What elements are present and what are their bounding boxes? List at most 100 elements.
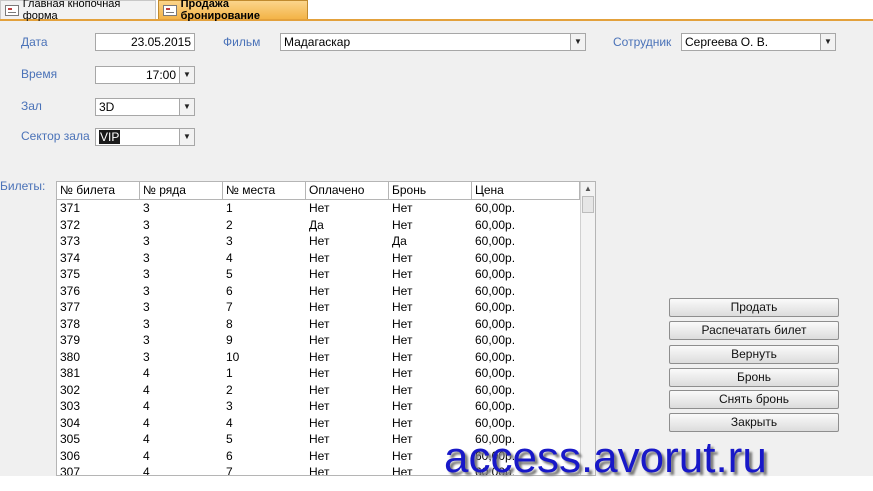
date-field[interactable]: 23.05.2015 [95,33,195,51]
table-row[interactable]: 375 3 5 Нет Нет 60,00р. [57,266,595,283]
table-cell[interactable]: 381 [57,365,140,382]
table-cell[interactable]: 60,00р. [472,299,580,316]
table-cell[interactable]: 1 [223,365,306,382]
table-cell[interactable]: 60,00р. [472,233,580,250]
table-cell[interactable]: 60,00р. [472,316,580,333]
table-cell[interactable]: 60,00р. [472,283,580,300]
table-cell[interactable]: 60,00р. [472,332,580,349]
table-cell[interactable]: 379 [57,332,140,349]
unbook-button[interactable]: Снять бронь [669,390,839,409]
table-cell[interactable]: 3 [140,250,223,267]
table-cell[interactable]: Нет [389,398,472,415]
table-cell[interactable]: 303 [57,398,140,415]
table-cell[interactable]: Нет [389,250,472,267]
table-cell[interactable]: Нет [306,349,389,366]
table-cell[interactable]: 5 [223,431,306,448]
table-cell[interactable]: 375 [57,266,140,283]
table-cell[interactable]: Нет [306,332,389,349]
table-cell[interactable]: 7 [223,464,306,475]
sector-combo[interactable]: VIP ▼ [95,128,195,146]
table-cell[interactable]: Нет [389,415,472,432]
sell-button[interactable]: Продать [669,298,839,317]
table-cell[interactable]: 3 [140,332,223,349]
chevron-down-icon[interactable]: ▼ [179,129,194,145]
table-cell[interactable]: 3 [140,233,223,250]
table-cell[interactable]: 380 [57,349,140,366]
table-cell[interactable]: 60,00р. [472,250,580,267]
table-row[interactable]: 377 3 7 Нет Нет 60,00р. [57,299,595,316]
chevron-down-icon[interactable]: ▼ [820,34,835,50]
table-cell[interactable]: 306 [57,448,140,465]
table-cell[interactable]: Нет [306,233,389,250]
table-cell[interactable]: 3 [140,200,223,217]
table-cell[interactable]: 60,00р. [472,398,580,415]
table-cell[interactable]: 7 [223,299,306,316]
hall-combo[interactable]: 3D ▼ [95,98,195,116]
tab-main-switchboard[interactable]: Главная кнопочная форма [0,0,156,22]
scroll-up-icon[interactable]: ▲ [581,182,595,196]
table-cell[interactable]: Нет [306,316,389,333]
table-cell[interactable]: 372 [57,217,140,234]
table-cell[interactable]: Нет [306,382,389,399]
table-cell[interactable]: 3 [140,217,223,234]
table-cell[interactable]: 4 [223,250,306,267]
table-cell[interactable]: 4 [140,415,223,432]
table-cell[interactable]: 371 [57,200,140,217]
table-cell[interactable]: 60,00р. [472,382,580,399]
table-cell[interactable]: Нет [306,365,389,382]
table-cell[interactable]: 307 [57,464,140,475]
table-cell[interactable]: 2 [223,382,306,399]
table-cell[interactable]: Нет [306,431,389,448]
vertical-scrollbar[interactable]: ▲ [580,182,595,475]
table-cell[interactable]: 4 [140,382,223,399]
film-combo[interactable]: Мадагаскар ▼ [280,33,586,51]
table-cell[interactable]: 4 [140,431,223,448]
table-cell[interactable]: Нет [306,464,389,475]
table-cell[interactable]: 60,00р. [472,349,580,366]
table-row[interactable]: 376 3 6 Нет Нет 60,00р. [57,283,595,300]
print-ticket-button[interactable]: Распечатать билет [669,321,839,340]
table-cell[interactable]: Нет [389,316,472,333]
table-cell[interactable]: 10 [223,349,306,366]
table-cell[interactable]: 376 [57,283,140,300]
table-cell[interactable]: 377 [57,299,140,316]
table-cell[interactable]: 3 [140,349,223,366]
table-cell[interactable]: Нет [389,283,472,300]
table-cell[interactable]: 4 [140,398,223,415]
table-cell[interactable]: 304 [57,415,140,432]
table-cell[interactable]: 6 [223,283,306,300]
close-button[interactable]: Закрыть [669,413,839,432]
book-button[interactable]: Бронь [669,368,839,387]
table-cell[interactable]: Нет [389,266,472,283]
column-header[interactable]: № билета [57,182,140,199]
column-header[interactable]: Бронь [389,182,472,199]
table-cell[interactable]: 1 [223,200,306,217]
table-row[interactable]: 302 4 2 Нет Нет 60,00р. [57,382,595,399]
table-cell[interactable]: 8 [223,316,306,333]
table-cell[interactable]: 9 [223,332,306,349]
table-row[interactable]: 380 3 10 Нет Нет 60,00р. [57,349,595,366]
table-cell[interactable]: 6 [223,448,306,465]
table-cell[interactable]: 302 [57,382,140,399]
table-row[interactable]: 379 3 9 Нет Нет 60,00р. [57,332,595,349]
table-cell[interactable]: Нет [389,349,472,366]
table-cell[interactable]: Да [389,233,472,250]
table-cell[interactable]: 3 [140,283,223,300]
table-cell[interactable]: Нет [306,448,389,465]
table-row[interactable]: 374 3 4 Нет Нет 60,00р. [57,250,595,267]
table-cell[interactable]: 4 [140,464,223,475]
table-cell[interactable]: 60,00р. [472,266,580,283]
table-cell[interactable]: 3 [140,299,223,316]
table-row[interactable]: 303 4 3 Нет Нет 60,00р. [57,398,595,415]
column-header[interactable]: Оплачено [306,182,389,199]
table-cell[interactable]: 4 [223,415,306,432]
table-cell[interactable]: 4 [140,365,223,382]
table-cell[interactable]: Нет [306,250,389,267]
table-cell[interactable]: Нет [389,299,472,316]
table-cell[interactable]: 60,00р. [472,200,580,217]
table-cell[interactable]: Нет [306,200,389,217]
table-cell[interactable]: 2 [223,217,306,234]
table-cell[interactable]: 3 [140,266,223,283]
chevron-down-icon[interactable]: ▼ [179,67,194,83]
table-cell[interactable]: Нет [389,365,472,382]
